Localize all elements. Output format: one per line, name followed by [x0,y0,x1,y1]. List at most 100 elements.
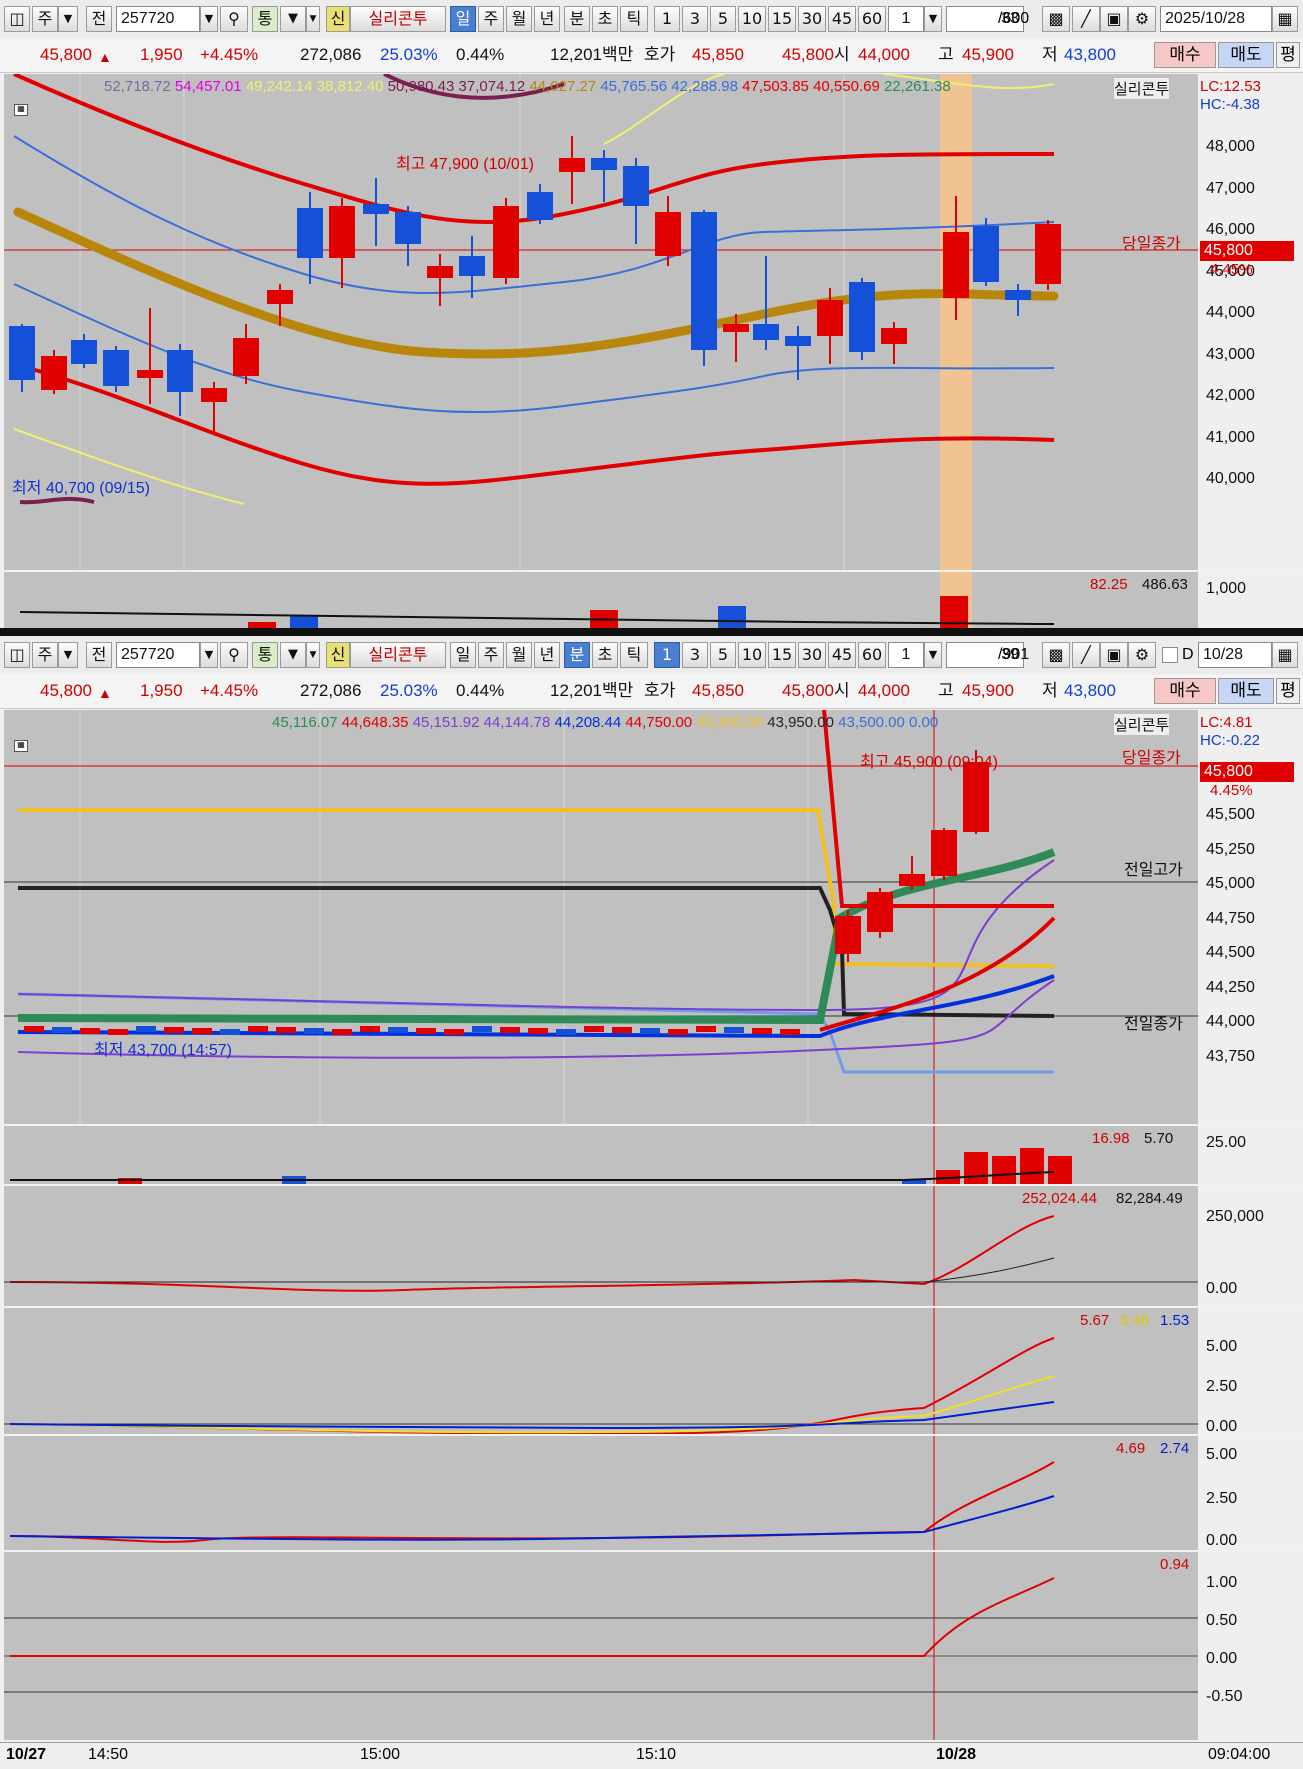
drawing-tool-icon-2[interactable]: ╱ [1072,642,1100,668]
interval-30[interactable]: 30 [798,6,826,32]
avg-button-2[interactable]: 평 [1276,678,1300,704]
interval-10-2[interactable]: 10 [738,642,766,668]
speaker-icon[interactable]: ▼ [280,6,306,32]
avg-button[interactable]: 평 [1276,42,1300,68]
calendar-icon-2[interactable]: ▦ [1272,642,1298,668]
daily-purple-lower [19,496,95,505]
sub5-chart[interactable] [4,1552,1198,1740]
minute-candle-chart[interactable]: 최고 45,900 (09:04) 최저 43,700 (14:57) 당일종가… [4,710,1198,1124]
prefix-button-2[interactable]: 전 [86,642,112,668]
interval-5[interactable]: 5 [710,6,736,32]
interval-dropdown-icon-2[interactable]: ▼ [924,642,942,668]
interval-45-2[interactable]: 45 [828,642,856,668]
code-dropdown-icon[interactable]: ▼ [200,6,218,32]
market-label[interactable]: 주 [32,6,58,32]
tong-button[interactable]: 통 [252,6,278,32]
turnover-2: 0.44% [456,681,505,700]
interval-1-2[interactable]: 1 [654,642,680,668]
sell-button-2[interactable]: 매도 [1218,678,1274,704]
interval-15[interactable]: 15 [768,6,796,32]
drawing-tool-icon[interactable]: ╱ [1072,6,1100,32]
sub3-chart[interactable] [4,1308,1198,1434]
period-second[interactable]: 초 [592,6,618,32]
period-tick-2[interactable]: 틱 [620,642,648,668]
market-label-2[interactable]: 주 [32,642,58,668]
interval-30-2[interactable]: 30 [798,642,826,668]
panel-separator[interactable] [0,628,1303,636]
period-tick[interactable]: 틱 [620,6,648,32]
minute-flat-candle-11 [332,1029,352,1035]
chart-menu-icon[interactable]: ▦ [14,104,28,116]
daily-legend-4: 50,980.43 [387,78,459,95]
search-icon[interactable]: ⚲ [220,6,248,32]
indicator-tool-icon[interactable]: ▩ [1042,6,1070,32]
speaker-icon-2[interactable]: ▼ [280,642,306,668]
interval-3-2[interactable]: 3 [682,642,708,668]
save-icon[interactable]: ▣ [1100,6,1128,32]
period-week-2[interactable]: 주 [478,642,504,668]
interval-10[interactable]: 10 [738,6,766,32]
minute-flat-candle-23 [668,1029,688,1035]
period-minute[interactable]: 분 [564,6,590,32]
stock-code-input[interactable]: 257720 [116,6,200,32]
stock-code-input-2[interactable]: 257720 [116,642,200,668]
interval-5-2[interactable]: 5 [710,642,736,668]
buy-button[interactable]: 매수 [1154,42,1216,68]
period-second-2[interactable]: 초 [592,642,618,668]
period-week[interactable]: 주 [478,6,504,32]
calendar-icon[interactable]: ▦ [1272,6,1298,32]
period-day[interactable]: 일 [450,6,476,32]
daily-candle-14 [459,256,485,276]
period-month[interactable]: 월 [506,6,532,32]
minute-flat-candle-19 [556,1029,576,1035]
sell-button[interactable]: 매도 [1218,42,1274,68]
sub4-chart[interactable] [4,1436,1198,1550]
daily-ylabel-6: 42,000 [1206,387,1255,404]
period-year-2[interactable]: 년 [534,642,560,668]
daily-volume-chart[interactable] [4,572,1198,628]
interval-45[interactable]: 45 [828,6,856,32]
interval-dropdown-icon[interactable]: ▼ [924,6,942,32]
daily-candle-15 [493,206,519,278]
gear-icon[interactable]: ⚙ [1128,6,1156,32]
market-dropdown-icon-2[interactable]: ▼ [58,642,78,668]
interval-15-2[interactable]: 15 [768,642,796,668]
market-dropdown-icon[interactable]: ▼ [58,6,78,32]
indicator-tool-icon-2[interactable]: ▩ [1042,642,1070,668]
period-day-2[interactable]: 일 [450,642,476,668]
date-input-2[interactable]: 10/28 [1198,642,1272,668]
tong-button-2[interactable]: 통 [252,642,278,668]
buy-button-2[interactable]: 매수 [1154,678,1216,704]
daily-close-tag: 45,800 [1200,241,1294,261]
chart-menu-icon-2[interactable]: ▦ [14,740,28,752]
window-menu-icon[interactable]: ◫ [4,6,30,32]
period-minute-2[interactable]: 분 [564,642,590,668]
code-dropdown-icon-2[interactable]: ▼ [200,642,218,668]
stock-name[interactable]: 실리콘투 [350,6,446,32]
minute-ylabel-3: 44,750 [1206,909,1255,927]
period-month-2[interactable]: 월 [506,642,532,668]
prefix-button[interactable]: 전 [86,6,112,32]
high-price-2: 45,900 [962,681,1014,700]
interval-3[interactable]: 3 [682,6,708,32]
interval-60-2[interactable]: 60 [858,642,886,668]
date-input[interactable]: 2025/10/28 [1160,6,1272,32]
interval-select[interactable]: 1 [888,6,924,32]
gear-icon-2[interactable]: ⚙ [1128,642,1156,668]
sub3-label-2: 0.00 [1206,1418,1238,1435]
sub2-chart[interactable] [4,1186,1198,1306]
window-menu-icon-2[interactable]: ◫ [4,642,30,668]
save-icon-2[interactable]: ▣ [1100,642,1128,668]
speaker-dropdown-icon-2[interactable]: ▼ [306,642,320,668]
d-checkbox[interactable] [1162,647,1178,663]
speaker-dropdown-icon[interactable]: ▼ [306,6,320,32]
minute-flat-candle-8 [248,1026,268,1032]
daily-candle-chart[interactable]: 최고 47,900 (10/01) 최저 40,700 (09/15) 당일종가… [4,74,1198,570]
minute-volume-chart[interactable] [4,1126,1198,1184]
stock-name-2[interactable]: 실리콘투 [350,642,446,668]
interval-1[interactable]: 1 [654,6,680,32]
search-icon-2[interactable]: ⚲ [220,642,248,668]
interval-select-2[interactable]: 1 [888,642,924,668]
period-year[interactable]: 년 [534,6,560,32]
interval-60[interactable]: 60 [858,6,886,32]
